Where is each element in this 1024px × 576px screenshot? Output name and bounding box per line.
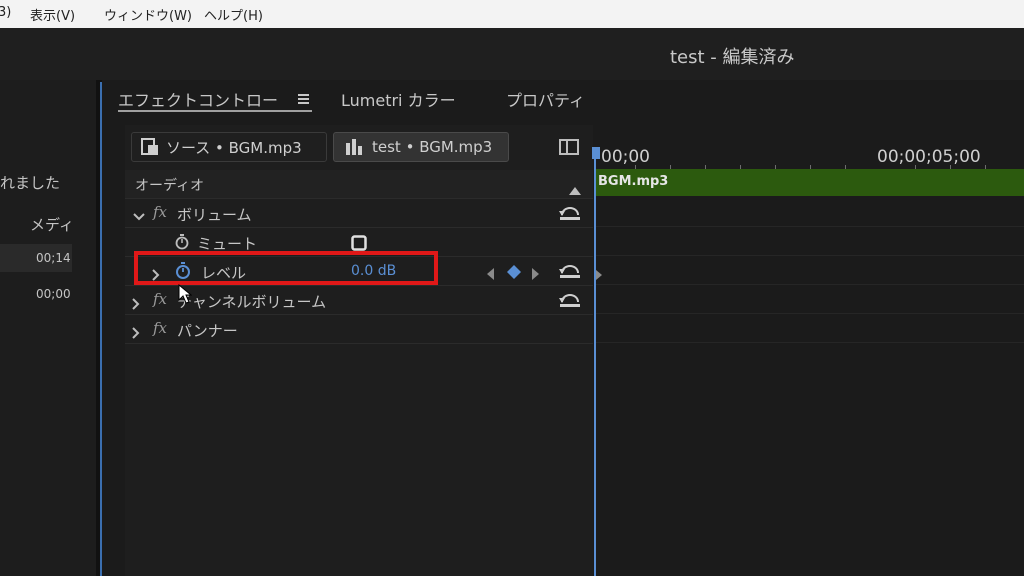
chevron-down-icon[interactable] bbox=[133, 207, 145, 226]
effect-row-panner[interactable]: fx パンナー bbox=[125, 315, 593, 344]
panel-toggle-icon[interactable] bbox=[559, 139, 579, 155]
panel-message-text: れました bbox=[0, 174, 61, 192]
chevron-right-icon[interactable] bbox=[131, 295, 141, 314]
tab-effect-controls[interactable]: エフェクトコントロー bbox=[118, 87, 278, 111]
hamburger-icon[interactable] bbox=[298, 90, 310, 104]
next-keyframe-icon[interactable] bbox=[531, 265, 539, 284]
list-item-duration: 00;14 bbox=[36, 251, 71, 265]
highlight-annotation bbox=[134, 251, 438, 285]
source-clip-label: ソース • BGM.mp3 bbox=[166, 138, 302, 157]
window-title: test - 編集済み bbox=[670, 47, 795, 68]
audio-clip-bar[interactable]: BGM.mp3 bbox=[595, 169, 1024, 196]
section-label: オーディオ bbox=[135, 178, 205, 194]
audio-clip-label: BGM.mp3 bbox=[598, 174, 669, 189]
menu-item-window[interactable]: ウィンドウ(W) bbox=[104, 5, 192, 24]
effect-label-channel-volume: チャンネルボリューム bbox=[177, 293, 327, 311]
tab-lumetri-color[interactable]: Lumetri カラー bbox=[341, 87, 456, 111]
media-column-header[interactable]: メディ bbox=[30, 214, 74, 235]
list-item[interactable]: 00;14 bbox=[0, 244, 72, 272]
timecode-5sec: 00;00;05;00 bbox=[877, 147, 981, 167]
section-header-audio: オーディオ bbox=[125, 170, 593, 199]
menu-item-edit[interactable]: 3) bbox=[0, 5, 11, 20]
time-ruler[interactable]: 00;00 00;00;05;00 bbox=[595, 125, 1024, 169]
reset-icon[interactable] bbox=[559, 292, 581, 308]
project-panel: れました メディ 00;14 00;00 bbox=[0, 80, 96, 576]
effect-label-panner: パンナー bbox=[177, 322, 238, 340]
effect-row-volume[interactable]: fx ボリューム bbox=[125, 199, 593, 228]
effect-row-channel-volume[interactable]: fx チャンネルボリューム bbox=[125, 286, 593, 315]
active-tab-indicator bbox=[118, 110, 312, 112]
title-bar: test - 編集済み bbox=[0, 28, 1024, 80]
sequence-clip-label: test • BGM.mp3 bbox=[372, 138, 493, 156]
timecode-start: 00;00 bbox=[601, 147, 650, 167]
fx-icon[interactable]: fx bbox=[153, 203, 167, 221]
menu-bar: 3) 表示(V) ウィンドウ(W) ヘルプ(H) bbox=[0, 0, 1024, 28]
list-item[interactable]: 00;00 bbox=[0, 280, 72, 308]
add-keyframe-icon[interactable] bbox=[507, 264, 521, 283]
source-clip-icon bbox=[140, 137, 160, 157]
effect-label-volume: ボリューム bbox=[177, 206, 252, 224]
effect-timeline: 00;00 00;00;05;00 BGM.mp3 bbox=[592, 125, 1024, 576]
playhead[interactable] bbox=[594, 153, 596, 576]
reset-icon[interactable] bbox=[559, 205, 581, 221]
sequence-clip-icon bbox=[344, 137, 364, 157]
menu-item-view[interactable]: 表示(V) bbox=[30, 5, 75, 24]
chevron-right-icon[interactable] bbox=[131, 324, 141, 343]
collapse-up-icon[interactable] bbox=[569, 180, 581, 199]
effect-list: ソース • BGM.mp3 test • BGM.mp3 オーディオ fx ボリ… bbox=[125, 125, 593, 576]
panel-focus-border bbox=[100, 82, 102, 576]
fx-icon[interactable]: fx bbox=[153, 319, 167, 337]
fx-icon[interactable]: fx bbox=[153, 290, 167, 308]
mouse-cursor-icon bbox=[178, 283, 193, 308]
reset-icon[interactable] bbox=[559, 263, 581, 279]
tab-sequence-clip[interactable]: test • BGM.mp3 bbox=[333, 132, 509, 162]
menu-item-help[interactable]: ヘルプ(H) bbox=[204, 5, 263, 24]
tab-properties[interactable]: プロパティ bbox=[506, 87, 585, 111]
list-item-duration: 00;00 bbox=[36, 287, 71, 301]
previous-keyframe-icon[interactable] bbox=[487, 265, 495, 284]
tab-source-clip[interactable]: ソース • BGM.mp3 bbox=[131, 132, 327, 162]
keyframe-marker-icon[interactable] bbox=[596, 265, 602, 284]
